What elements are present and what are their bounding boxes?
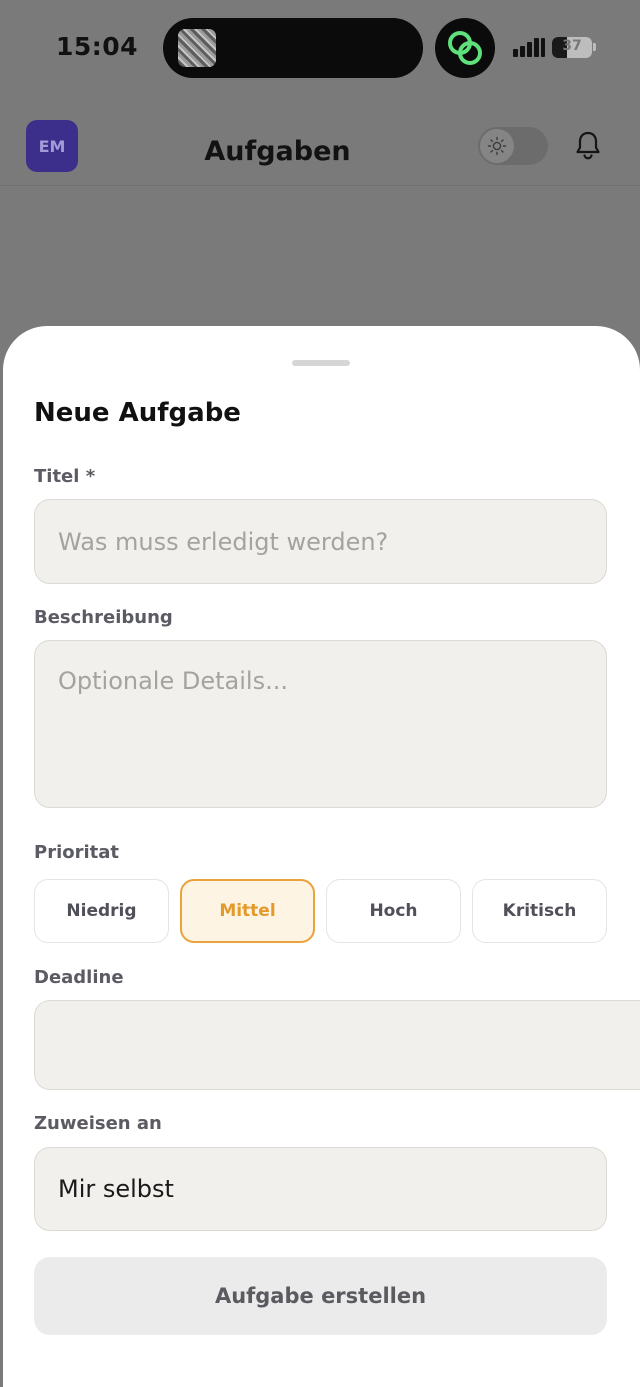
theme-toggle[interactable]	[478, 127, 548, 165]
link-icon	[448, 31, 482, 65]
new-task-sheet: Neue Aufgabe Titel * Beschreibung Priori…	[3, 326, 640, 1387]
deadline-label: Deadline	[34, 967, 124, 988]
battery-tip	[593, 43, 596, 51]
signal-icon	[513, 37, 545, 57]
priority-hoch-button[interactable]: Hoch	[326, 879, 461, 943]
deadline-input[interactable]	[34, 1000, 640, 1090]
priority-niedrig-button[interactable]: Niedrig	[34, 879, 169, 943]
bell-icon[interactable]	[572, 129, 604, 161]
page-title: Aufgaben	[204, 136, 351, 167]
status-time: 15:04	[56, 32, 139, 61]
priority-label: Prioritat	[34, 842, 120, 863]
assign-label: Zuweisen an	[34, 1113, 162, 1134]
title-label: Titel *	[34, 466, 96, 487]
title-input[interactable]	[34, 499, 607, 584]
status-bar: 15:04 37	[0, 0, 640, 96]
description-input[interactable]	[34, 640, 607, 808]
description-label: Beschreibung	[34, 607, 173, 628]
battery-percent: 37	[562, 38, 582, 54]
media-thumbnail	[178, 29, 216, 67]
sheet-title: Neue Aufgabe	[34, 398, 241, 428]
battery-icon: 37	[552, 37, 592, 58]
priority-mittel-button[interactable]: Mittel	[180, 879, 315, 943]
dynamic-island[interactable]	[163, 18, 423, 78]
app-header: EM Aufgaben	[0, 96, 640, 186]
create-task-button[interactable]: Aufgabe erstellen	[34, 1257, 607, 1335]
assign-select[interactable]: Mir selbst	[34, 1147, 607, 1231]
assign-select-value: Mir selbst	[58, 1175, 174, 1203]
sheet-grabber[interactable]	[292, 360, 350, 366]
priority-kritisch-button[interactable]: Kritisch	[472, 879, 607, 943]
live-activity-icon[interactable]	[435, 18, 495, 78]
sun-icon	[480, 129, 514, 163]
